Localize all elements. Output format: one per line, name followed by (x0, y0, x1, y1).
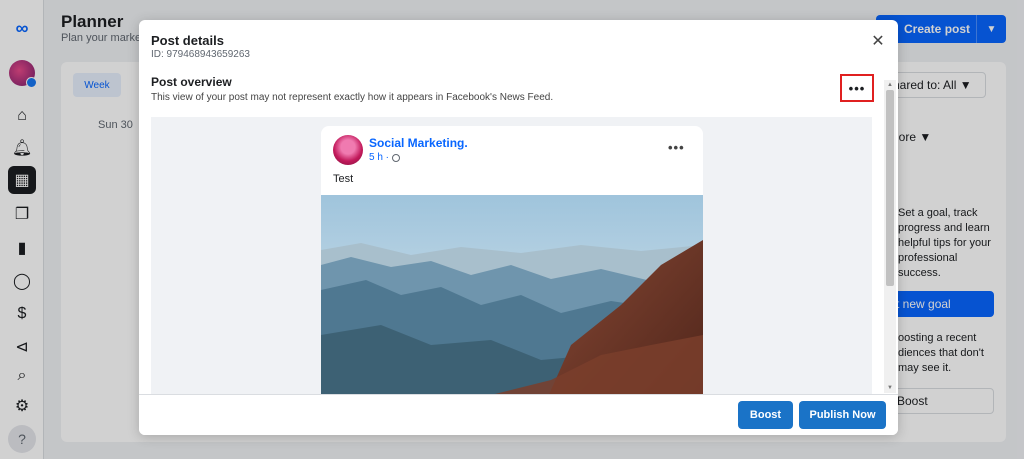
boost-button[interactable]: Boost (738, 401, 793, 429)
post-details-dialog: Post details ID: 979468943659263 ✕ Post … (139, 20, 898, 435)
more-options-button[interactable]: ••• (840, 74, 874, 102)
scroll-up-icon[interactable]: ▲ (884, 80, 896, 90)
overview-description: This view of your post may not represent… (151, 92, 554, 103)
page-avatar[interactable] (333, 135, 363, 165)
post-card: Social Marketing. 5 h · ••• Test (321, 126, 703, 394)
post-text: Test (333, 173, 354, 185)
scrollbar[interactable]: ▲ ▼ (884, 80, 896, 393)
scrollbar-thumb[interactable] (886, 90, 894, 286)
scroll-down-icon[interactable]: ▼ (884, 383, 896, 393)
dialog-title: Post details (151, 33, 224, 48)
dialog-footer: Boost Publish Now (139, 394, 898, 435)
page-name-link[interactable]: Social Marketing. (369, 136, 468, 150)
globe-icon (392, 153, 401, 162)
post-id: ID: 979468943659263 (151, 49, 250, 60)
close-icon[interactable]: ✕ (868, 31, 888, 51)
post-time[interactable]: 5 h · (369, 152, 389, 163)
post-meta: 5 h · (369, 152, 401, 163)
post-preview-area: Social Marketing. 5 h · ••• Test (151, 117, 872, 394)
publish-now-button[interactable]: Publish Now (799, 401, 886, 429)
post-image[interactable] (321, 195, 703, 394)
overview-heading: Post overview (151, 75, 232, 89)
post-options-icon[interactable]: ••• (668, 140, 685, 155)
